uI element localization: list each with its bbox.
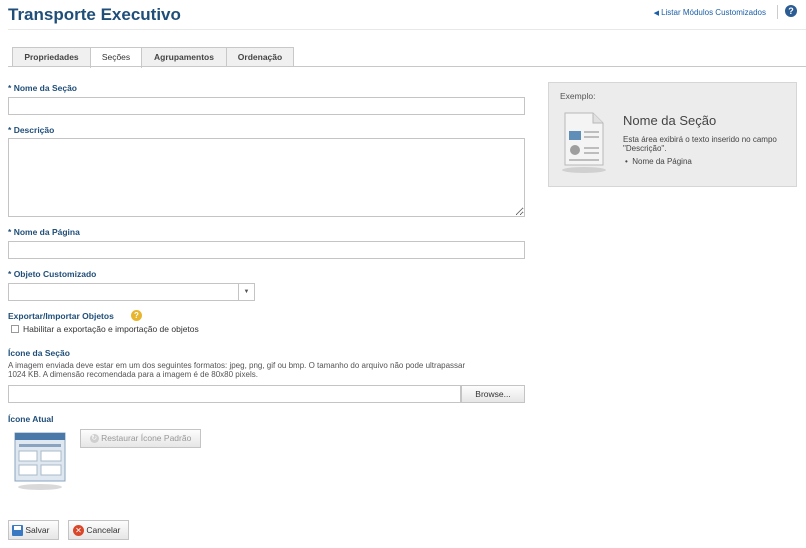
- tab-bar: Propriedades Seções Agrupamentos Ordenaç…: [12, 47, 294, 68]
- export-import-label: Exportar/Importar Objetos: [8, 311, 114, 321]
- restore-icon: ↻: [89, 434, 99, 444]
- custom-object-label: * Objeto Customizado: [8, 269, 97, 279]
- page-name-input[interactable]: [8, 241, 525, 259]
- save-label: Salvar: [25, 525, 50, 535]
- section-icon-description-line1: A imagem enviada deve estar em um dos se…: [8, 361, 466, 370]
- example-text-line2: "Descrição".: [623, 144, 667, 153]
- example-bullet: • Nome da Página: [625, 157, 692, 166]
- header-divider: [777, 5, 778, 19]
- list-custom-modules-link[interactable]: ◀ Listar Módulos Customizados: [654, 8, 766, 17]
- section-name-label: * Nome da Seção: [8, 83, 77, 93]
- section-icon-label: Ícone da Seção: [8, 348, 70, 358]
- custom-object-select[interactable]: ▼: [8, 283, 255, 301]
- restore-default-icon-label: Restaurar Ícone Padrão: [101, 433, 192, 443]
- cancel-icon: ✕: [73, 525, 84, 537]
- current-section-icon: [12, 430, 68, 492]
- export-import-checkbox-label: Habilitar a exportação e importação de o…: [23, 324, 199, 334]
- page-title: Transporte Executivo: [8, 5, 181, 24]
- description-textarea[interactable]: [8, 138, 525, 217]
- tab-groupings[interactable]: Agrupamentos: [141, 47, 227, 67]
- page-name-label: * Nome da Página: [8, 227, 80, 237]
- tab-sections[interactable]: Seções: [90, 47, 142, 68]
- browse-button[interactable]: Browse...: [461, 385, 525, 403]
- current-icon-label: Ícone Atual: [8, 414, 54, 424]
- section-icon-description-line2: 1024 KB. A dimensão recomendada para a i…: [8, 370, 258, 379]
- header-rule: [8, 29, 806, 30]
- chevron-down-icon[interactable]: ▼: [238, 284, 254, 300]
- example-title: Nome da Seção: [623, 113, 717, 128]
- help-tooltip-icon[interactable]: ?: [131, 310, 142, 321]
- section-icon-description: A imagem enviada deve estar em um dos se…: [8, 361, 528, 379]
- floppy-disk-icon: [12, 525, 23, 537]
- cancel-label: Cancelar: [86, 525, 121, 535]
- example-panel: Exemplo: Nome da Seção Esta área exibirá…: [548, 82, 797, 187]
- list-custom-modules-label: Listar Módulos Customizados: [661, 8, 766, 17]
- cancel-button[interactable]: ✕ Cancelar: [68, 520, 129, 540]
- example-label: Exemplo:: [560, 91, 596, 101]
- example-text-line1: Esta área exibirá o texto inserido no ca…: [623, 135, 777, 144]
- tab-rule: [8, 66, 806, 67]
- save-button[interactable]: Salvar: [8, 520, 59, 540]
- example-bullet-text: Nome da Página: [632, 157, 692, 166]
- chevron-left-icon: ◀: [653, 10, 660, 17]
- tab-properties[interactable]: Propriedades: [12, 47, 91, 67]
- tab-ordering[interactable]: Ordenação: [226, 47, 294, 67]
- restore-default-icon-button[interactable]: ↻ Restaurar Ícone Padrão: [80, 429, 201, 448]
- example-text: Esta área exibirá o texto inserido no ca…: [623, 135, 777, 153]
- help-icon[interactable]: ?: [785, 5, 797, 17]
- file-path-input[interactable]: [8, 385, 461, 403]
- export-import-checkbox[interactable]: [11, 325, 19, 333]
- example-document-icon: [559, 109, 609, 175]
- description-label: * Descrição: [8, 125, 55, 135]
- section-name-input[interactable]: [8, 97, 525, 115]
